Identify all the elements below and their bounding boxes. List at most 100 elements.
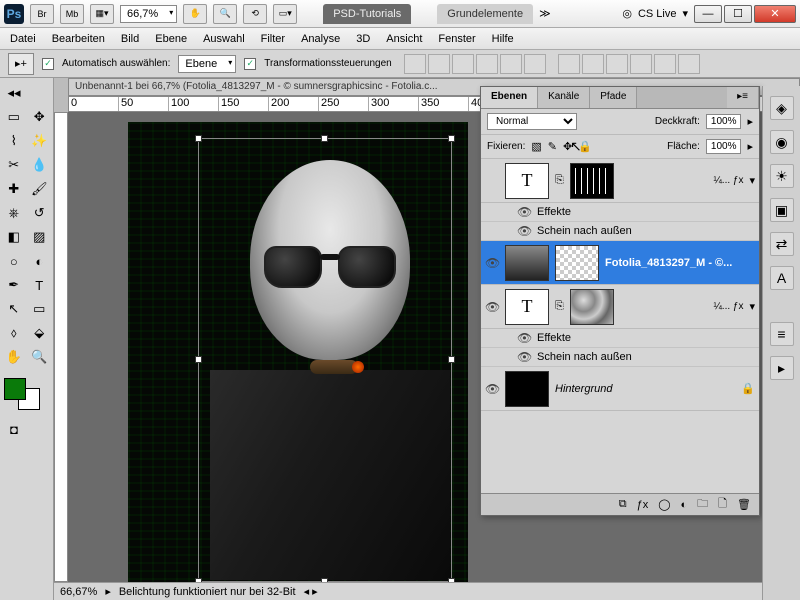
paths-tab[interactable]: Pfade	[590, 87, 637, 108]
hand-btn[interactable]: ✋	[183, 4, 207, 24]
history-tool[interactable]: ↺	[28, 202, 52, 224]
layer-text-1[interactable]: T ⎘ ¼... ƒx▾	[481, 159, 759, 203]
more-icon[interactable]: ≫	[539, 7, 551, 20]
type-tool[interactable]: T	[28, 274, 52, 296]
fx-outerglow-row[interactable]: 👁Schein nach außen	[481, 348, 759, 367]
crop-tool[interactable]: ✂	[2, 154, 26, 176]
dock-action-icon[interactable]: ▸	[770, 356, 794, 380]
visibility-icon[interactable]	[485, 174, 499, 188]
dock-mask-icon[interactable]: ▣	[770, 198, 794, 222]
status-zoom[interactable]: 66,67%	[60, 586, 97, 598]
blur-tool[interactable]: ○	[2, 250, 26, 272]
menu-fenster[interactable]: Fenster	[438, 33, 475, 45]
gradient-tool[interactable]: ▨	[28, 226, 52, 248]
collapse-icon[interactable]: ◂◂	[2, 82, 26, 104]
link-layers-icon[interactable]: ⧉	[619, 498, 627, 511]
lock-brush-icon[interactable]: ✎	[548, 140, 557, 153]
visibility-icon[interactable]: 👁	[485, 300, 499, 314]
visibility-icon[interactable]: 👁	[485, 256, 499, 270]
cslive-label[interactable]: CS Live	[638, 8, 677, 20]
fx-badge[interactable]: ¼... ƒx	[713, 301, 743, 312]
workspace-tab-2[interactable]: Grundelemente	[437, 4, 533, 24]
path-tool[interactable]: ↖	[2, 298, 26, 320]
menu-hilfe[interactable]: Hilfe	[492, 33, 514, 45]
transform-bounds[interactable]	[198, 138, 452, 582]
fx-effects-row[interactable]: 👁Effekte	[481, 203, 759, 222]
cslive-icon[interactable]: ◎	[622, 7, 632, 20]
layer-mask[interactable]	[555, 245, 599, 281]
dock-hist-icon[interactable]: ≡	[770, 322, 794, 346]
workspace-tab-1[interactable]: PSD-Tutorials	[323, 4, 411, 24]
dock-char-icon[interactable]: A	[770, 266, 794, 290]
autoselect-dropdown[interactable]: Ebene	[178, 55, 236, 73]
lock-pos-icon[interactable]: ✥	[563, 140, 572, 153]
menu-datei[interactable]: Datei	[10, 33, 36, 45]
fx-badge[interactable]: ¼... ƒx	[713, 175, 743, 186]
rotate-btn[interactable]: ⟲	[243, 4, 267, 24]
lasso-tool[interactable]: ⌇	[2, 130, 26, 152]
fx-icon[interactable]: ƒx	[637, 499, 649, 511]
lock-all-icon[interactable]: 🔒	[578, 140, 592, 153]
brush-tool[interactable]: 🖌	[28, 178, 52, 200]
layout-btn[interactable]: ▦▾	[90, 4, 114, 24]
dock-color-icon[interactable]: ◉	[770, 130, 794, 154]
layer-text-2[interactable]: 👁 T ⎘ ¼... ƒx▾	[481, 285, 759, 329]
close-btn[interactable]: ✕	[754, 5, 796, 23]
dodge-tool[interactable]: ◐	[28, 250, 52, 272]
3dcam-tool[interactable]: ⬙	[28, 322, 52, 344]
color-swatch[interactable]	[2, 376, 42, 412]
marquee-tool[interactable]: ▭	[2, 106, 26, 128]
screen-btn[interactable]: ▭▾	[273, 4, 297, 24]
minibridge-btn[interactable]: Mb	[60, 4, 84, 24]
dock-layers-icon[interactable]: ◈	[770, 96, 794, 120]
layers-tab[interactable]: Ebenen	[481, 87, 538, 108]
blendmode-select[interactable]: Normal	[487, 113, 577, 130]
folder-icon[interactable]: 🗀	[697, 495, 708, 514]
menu-auswahl[interactable]: Auswahl	[203, 33, 245, 45]
eraser-tool[interactable]: ◧	[2, 226, 26, 248]
align-icon[interactable]	[404, 54, 426, 74]
heal-tool[interactable]: ✚	[2, 178, 26, 200]
visibility-icon[interactable]: 👁	[485, 382, 499, 396]
opacity-input[interactable]: 100%	[706, 114, 742, 129]
layer-background[interactable]: 👁 Hintergrund 🔒	[481, 367, 759, 411]
maximize-btn[interactable]: ☐	[724, 5, 752, 23]
adjust-icon[interactable]: ◐	[681, 499, 688, 511]
move-tool-preset[interactable]: ▸+	[8, 53, 34, 75]
move-tool[interactable]: ✥	[28, 106, 52, 128]
panel-menu-icon[interactable]: ▸≡	[727, 87, 759, 108]
new-layer-icon[interactable]: 🗋	[718, 495, 727, 514]
dock-swap-icon[interactable]: ⇄	[770, 232, 794, 256]
menu-ansicht[interactable]: Ansicht	[386, 33, 422, 45]
menu-analyse[interactable]: Analyse	[301, 33, 340, 45]
menu-filter[interactable]: Filter	[261, 33, 285, 45]
stamp-tool[interactable]: ⎈	[2, 202, 26, 224]
autoselect-checkbox[interactable]: ✓	[42, 58, 54, 70]
quickmask-tool[interactable]: ◘	[2, 418, 26, 440]
trash-icon[interactable]: 🗑	[737, 498, 751, 511]
layer-mask[interactable]	[570, 289, 614, 325]
menu-bild[interactable]: Bild	[121, 33, 139, 45]
bridge-btn[interactable]: Br	[30, 4, 54, 24]
zoom-btn[interactable]: 🔍	[213, 4, 237, 24]
eyedrop-tool[interactable]: 💧	[28, 154, 52, 176]
minimize-btn[interactable]: —	[694, 5, 722, 23]
channels-tab[interactable]: Kanäle	[538, 87, 590, 108]
fx-effects-row[interactable]: 👁Effekte	[481, 329, 759, 348]
menu-3d[interactable]: 3D	[356, 33, 370, 45]
3d-tool[interactable]: ⬨	[2, 322, 26, 344]
menu-bearbeiten[interactable]: Bearbeiten	[52, 33, 105, 45]
pen-tool[interactable]: ✒	[2, 274, 26, 296]
dock-adjust-icon[interactable]: ☀	[770, 164, 794, 188]
fx-outerglow-row[interactable]: 👁Schein nach außen	[481, 222, 759, 241]
shape-tool[interactable]: ▭	[28, 298, 52, 320]
mask-icon[interactable]: ◯	[658, 498, 670, 511]
fill-input[interactable]: 100%	[706, 139, 742, 154]
layer-mask[interactable]	[570, 163, 614, 199]
menu-ebene[interactable]: Ebene	[155, 33, 187, 45]
hand-tool[interactable]: ✋	[2, 346, 26, 368]
layer-fotolia[interactable]: 👁 Fotolia_4813297_M - ©...	[481, 241, 759, 285]
zoom-tool[interactable]: 🔍	[28, 346, 52, 368]
canvas[interactable]	[128, 122, 468, 582]
transform-checkbox[interactable]: ✓	[244, 58, 256, 70]
